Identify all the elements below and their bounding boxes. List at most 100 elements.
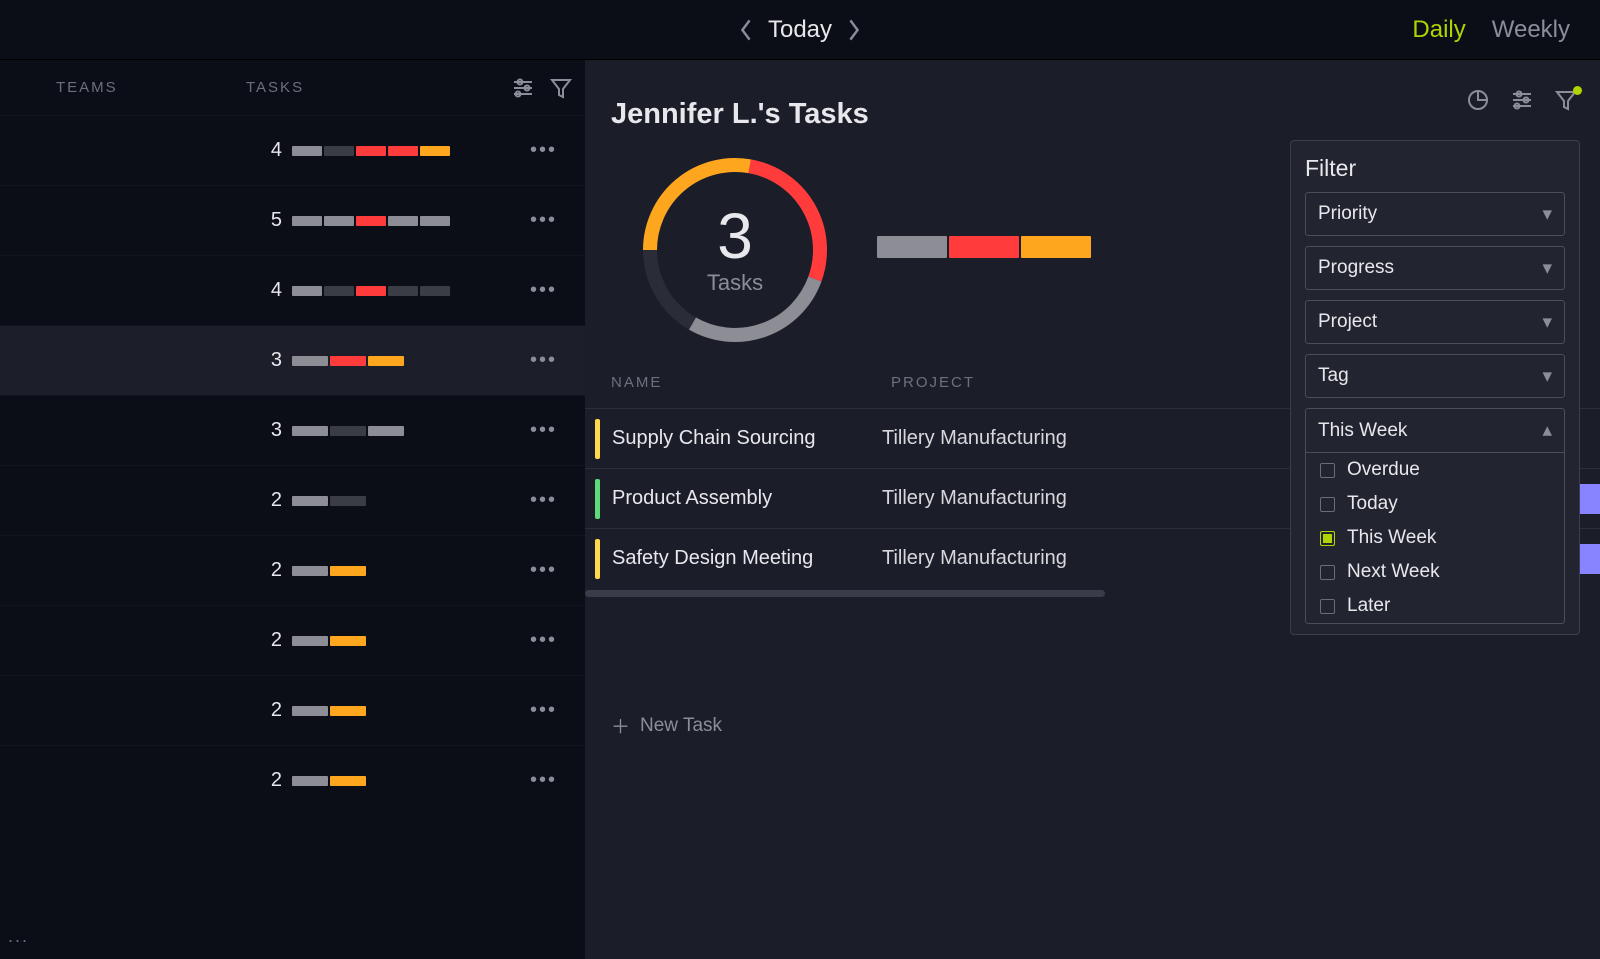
left-header: TEAMS TASKS [0, 60, 585, 115]
prev-day-button[interactable] [738, 18, 754, 42]
filter-select-progress[interactable]: Progress▾ [1305, 246, 1565, 290]
filter-option[interactable]: Today [1306, 487, 1564, 521]
segment-dark [388, 286, 418, 296]
column-header-project: PROJECT [891, 374, 975, 391]
team-row[interactable]: 5••• [0, 185, 585, 255]
team-row[interactable]: 4••• [0, 255, 585, 325]
segment-grey [292, 146, 322, 156]
task-count: 2 [262, 769, 282, 792]
team-row[interactable]: 3 ••• [0, 395, 585, 465]
task-segments [292, 706, 366, 716]
task-count: 2 [262, 629, 282, 652]
task-count: 3 [262, 419, 282, 442]
team-row[interactable]: 2 ••• [0, 465, 585, 535]
filter-icon[interactable] [1554, 88, 1578, 112]
task-segments [292, 776, 366, 786]
new-task-button[interactable]: ＋ New Task [611, 712, 722, 739]
segment-orange [1021, 236, 1091, 258]
pie-chart-icon[interactable] [1466, 88, 1490, 112]
segment-grey [877, 236, 947, 258]
new-task-label: New Task [640, 715, 722, 737]
team-row[interactable]: 2••• [0, 535, 585, 605]
team-row[interactable]: 2 ••• [0, 745, 585, 815]
status-stripe [595, 539, 600, 579]
segment-grey [292, 426, 328, 436]
triangle-down-icon: ▾ [1542, 257, 1552, 280]
task-count: 2 [262, 699, 282, 722]
task-name: Product Assembly [612, 487, 882, 510]
tasks-breakdown-bar [877, 236, 1091, 258]
task-count: 2 [262, 489, 282, 512]
segment-grey [324, 216, 354, 226]
checkbox-icon [1320, 565, 1335, 580]
segment-grey [292, 496, 328, 506]
more-icon[interactable]: ••• [530, 769, 557, 792]
more-icon[interactable]: ••• [530, 279, 557, 302]
triangle-down-icon: ▾ [1542, 311, 1552, 334]
filter-option[interactable]: Next Week [1306, 555, 1564, 589]
filter-select-label: Priority [1318, 203, 1377, 225]
task-count: 3 [262, 349, 282, 372]
ring-arc-orange [650, 165, 750, 250]
more-icon[interactable]: ••• [530, 349, 557, 372]
ring-arc-red [750, 166, 820, 279]
tasks-detail-panel: Jennifer L.'s Tasks [585, 60, 1600, 959]
filter-option-label: This Week [1347, 527, 1436, 549]
task-segments [292, 286, 450, 296]
segment-dark [330, 496, 366, 506]
segment-red [356, 286, 386, 296]
filter-option[interactable]: Later [1306, 589, 1564, 623]
segment-grey [388, 216, 418, 226]
filter-select-priority[interactable]: Priority▾ [1305, 192, 1565, 236]
view-daily-button[interactable]: Daily [1412, 16, 1465, 44]
filter-option-label: Overdue [1347, 459, 1420, 481]
triangle-down-icon: ▾ [1542, 365, 1552, 388]
segment-orange [330, 636, 366, 646]
overflow-indicator: ... [8, 926, 29, 947]
task-segments [292, 216, 450, 226]
more-icon[interactable]: ••• [530, 209, 557, 232]
more-icon[interactable]: ••• [530, 489, 557, 512]
more-icon[interactable]: ••• [530, 419, 557, 442]
sliders-icon[interactable] [1510, 88, 1534, 112]
team-row[interactable]: 4••• [0, 115, 585, 185]
more-icon[interactable]: ••• [530, 629, 557, 652]
team-row[interactable]: 3 ••• [0, 325, 585, 395]
task-segments [292, 426, 404, 436]
team-row[interactable]: 2 ••• [0, 605, 585, 675]
filter-icon[interactable] [549, 76, 573, 100]
filter-option[interactable]: This Week [1306, 521, 1564, 555]
checkbox-icon [1320, 463, 1335, 478]
filter-time-select-label: This Week [1318, 420, 1407, 442]
filter-time-dropdown: This Week ▴ Overdue Today This Week Next We… [1305, 408, 1565, 624]
filter-active-indicator [1573, 86, 1582, 95]
segment-red [356, 146, 386, 156]
filter-select-project[interactable]: Project▾ [1305, 300, 1565, 344]
filter-option[interactable]: Overdue [1306, 453, 1564, 487]
more-icon[interactable]: ••• [530, 139, 557, 162]
horizontal-scrollbar[interactable] [585, 590, 1105, 597]
segment-orange [420, 146, 450, 156]
teams-tasks-panel: TEAMS TASKS 4•••5•••4•••3•••3•••2•••2• [0, 60, 585, 959]
segment-dark [324, 286, 354, 296]
view-weekly-button[interactable]: Weekly [1492, 16, 1570, 44]
more-icon[interactable]: ••• [530, 559, 557, 582]
more-icon[interactable]: ••• [530, 699, 557, 722]
filter-select-tag[interactable]: Tag▾ [1305, 354, 1565, 398]
segment-red [330, 356, 366, 366]
task-name: Safety Design Meeting [612, 547, 882, 570]
header-tasks-label: TASKS [246, 79, 304, 96]
segment-grey [420, 216, 450, 226]
sliders-icon[interactable] [511, 76, 535, 100]
task-segments [292, 356, 404, 366]
tasks-ring-chart: 3 Tasks [635, 150, 835, 350]
segment-dark [324, 146, 354, 156]
filter-time-select[interactable]: This Week ▴ [1306, 409, 1564, 453]
next-day-button[interactable] [846, 18, 862, 42]
status-stripe [595, 479, 600, 519]
checkbox-icon [1320, 497, 1335, 512]
panel-title: Jennifer L.'s Tasks [611, 98, 869, 131]
segment-dark [330, 426, 366, 436]
segment-orange [368, 356, 404, 366]
team-row[interactable]: 2 ••• [0, 675, 585, 745]
